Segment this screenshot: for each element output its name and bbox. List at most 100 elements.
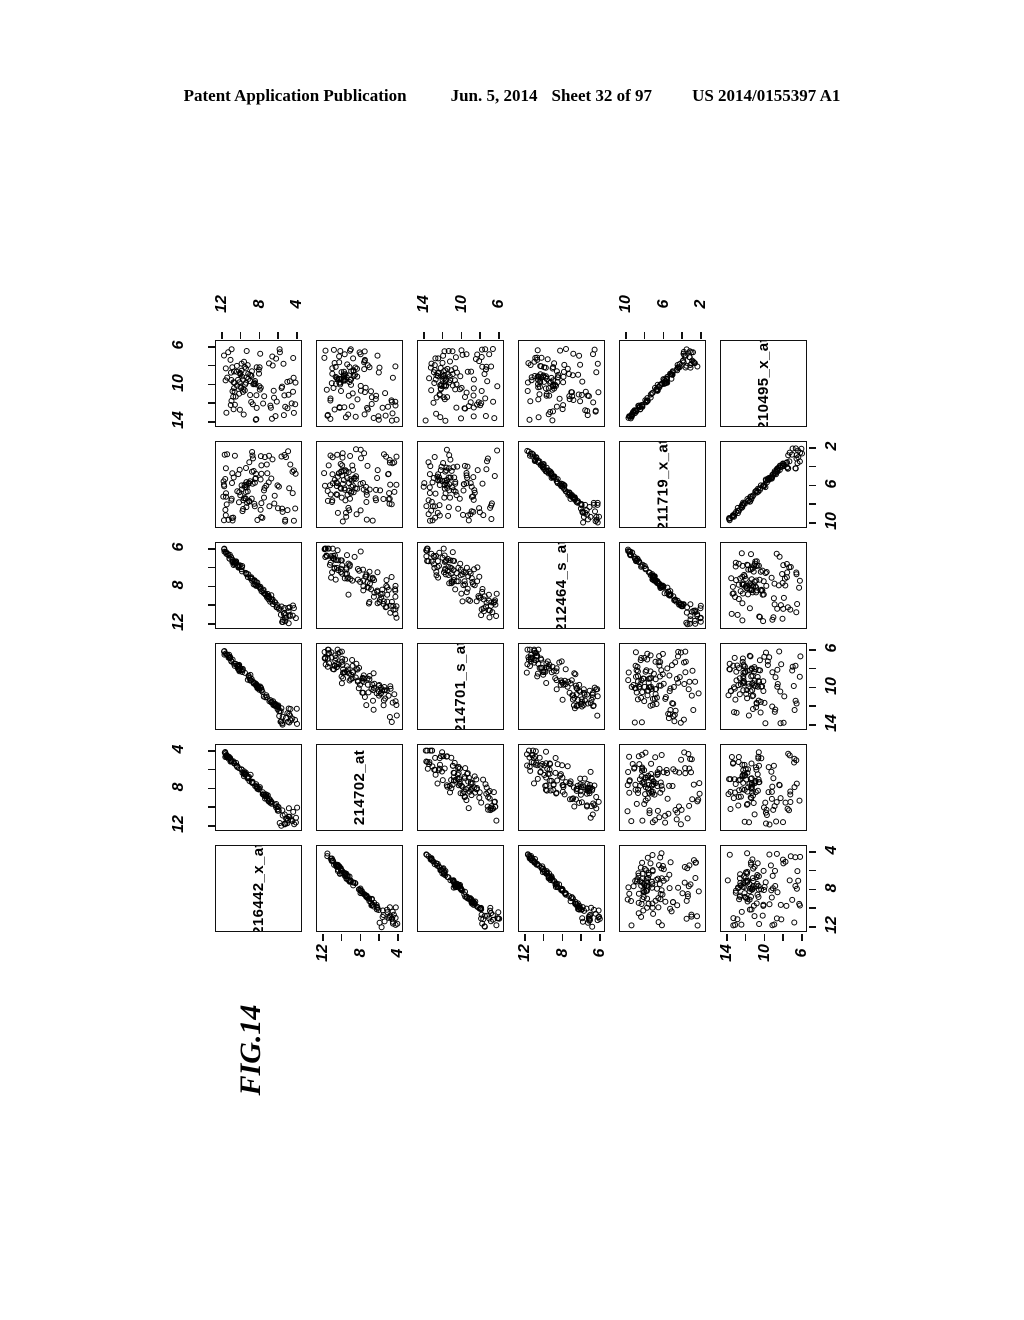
axis-tick-label: 8 [170, 782, 187, 791]
matrix-diagonal-label-cell: 211719_x_at [619, 441, 706, 528]
matrix-diagonal-label-cell: 214701_s_at [417, 643, 504, 730]
axis-tick [809, 724, 816, 726]
axis-tick-label: 2 [692, 299, 709, 309]
axis-tick-label: 10 [755, 944, 773, 962]
axis-tick-label: 14 [170, 411, 187, 429]
axis-tick-label: 8 [170, 580, 187, 589]
matrix-scatter-panel [518, 845, 605, 932]
axis-tick [809, 522, 816, 524]
axis-tick [580, 934, 582, 941]
axis-tick-label: 14 [823, 714, 840, 732]
matrix-scatter-panel [316, 643, 403, 730]
axis-tick [460, 332, 463, 339]
axis-tick [479, 332, 481, 339]
matrix-diagonal-label-cell: 210495_x_at [720, 340, 807, 427]
axis-tick [208, 623, 215, 625]
axis-tick-label: 6 [170, 340, 187, 350]
axis-tick [643, 332, 646, 339]
axis-tick-label: 12 [213, 295, 230, 313]
axis-tick [809, 649, 816, 651]
matrix-scatter-panel [417, 845, 504, 932]
axis-tick-label: 10 [823, 512, 840, 530]
axis-tick [208, 364, 215, 367]
axis-tick-label: 12 [823, 916, 840, 934]
matrix-scatter-panel [316, 441, 403, 528]
axis-tick-label: 2 [823, 441, 840, 451]
axis-tick [208, 825, 215, 827]
matrix-scatter-panel [518, 744, 605, 831]
axis-tick-label: 12 [516, 944, 533, 962]
axis-tick [542, 934, 545, 941]
axis-tick [208, 421, 215, 423]
axis-right-5: 4 8 12 [809, 845, 853, 934]
axis-tick [208, 566, 215, 569]
axis-tick [681, 332, 683, 339]
axis-tick [809, 667, 816, 670]
variable-label: 214702_at [351, 749, 368, 826]
axis-tick-label: 12 [314, 944, 331, 962]
axis-tick [221, 332, 223, 339]
axis-tick [662, 332, 665, 339]
variable-label: 210495_x_at [755, 340, 773, 427]
axis-tick-label: 10 [823, 676, 840, 695]
axis-tick-label: 8 [553, 948, 571, 958]
matrix-scatter-panel [316, 845, 403, 932]
matrix-scatter-panel [215, 441, 302, 528]
axis-top-0: 12 8 4 [213, 295, 305, 339]
axis-tick [809, 503, 816, 505]
matrix-scatter-panel [518, 441, 605, 528]
axis-tick-label: 10 [170, 373, 187, 392]
matrix-scatter-panel [518, 340, 605, 427]
axis-tick [809, 869, 816, 872]
axis-tick [809, 465, 816, 468]
axis-tick-label: 6 [591, 948, 608, 958]
axis-tick [809, 484, 816, 487]
axis-tick-label: 12 [170, 815, 187, 833]
matrix-diagonal-label-cell: 212464_s_at [518, 542, 605, 629]
axis-tick-label: 6 [823, 643, 840, 653]
matrix-scatter-panel [619, 744, 706, 831]
figure-number-label: FIG.14 [234, 1004, 267, 1096]
axis-right-3: 6 10 14 [809, 643, 853, 732]
axis-tick-label: 8 [351, 948, 369, 958]
axis-bottom-3: 12 8 6 [516, 934, 608, 974]
variable-label: 212464_s_at [553, 542, 571, 629]
axis-tick [239, 332, 242, 339]
axis-tick-label: 6 [823, 479, 840, 488]
matrix-scatter-panel [619, 542, 706, 629]
matrix-diagonal-label-cell: 214702_at [316, 744, 403, 831]
axis-tick-label: 4 [389, 948, 406, 958]
axis-tick-label: 8 [823, 883, 840, 892]
axis-top-2: 14 10 6 [415, 295, 507, 339]
matrix-scatter-panel [720, 441, 807, 528]
axis-tick [809, 926, 816, 928]
axis-tick-label: 12 [170, 613, 187, 631]
matrix-scatter-panel [215, 340, 302, 427]
matrix-scatter-panel [417, 340, 504, 427]
axis-tick-label: 14 [415, 295, 432, 313]
axis-tick [809, 907, 816, 909]
axis-tick [208, 383, 215, 386]
axis-tick [277, 332, 279, 339]
axis-tick [498, 332, 500, 339]
axis-tick-label: 4 [823, 845, 840, 855]
scatterplot-matrix: 210495_x_at 211719_x_at 212464_s_at 214701_… [170, 295, 840, 962]
matrix-scatter-panel [619, 643, 706, 730]
matrix-diagonal-label-cell: 216442_x_at [215, 845, 302, 932]
axis-tick [809, 686, 816, 689]
matrix-scatter-panel [316, 340, 403, 427]
matrix-scatter-panel [720, 845, 807, 932]
variable-label: 216442_x_at [250, 845, 268, 932]
axis-tick [700, 332, 702, 339]
axis-tick [208, 750, 215, 752]
axis-tick [378, 934, 380, 941]
figure-14: FIG.14 210495_x_at 211719_x_at 212464_s_at… [0, 0, 1024, 1320]
matrix-scatter-panel [619, 845, 706, 932]
axis-tick-label: 10 [617, 295, 634, 313]
axis-tick [809, 447, 816, 449]
axis-tick-label: 14 [718, 944, 735, 962]
axis-right-1: 2 6 10 [809, 441, 853, 530]
matrix-scatter-panel [215, 542, 302, 629]
axis-tick [782, 934, 784, 941]
axis-tick [208, 604, 215, 606]
